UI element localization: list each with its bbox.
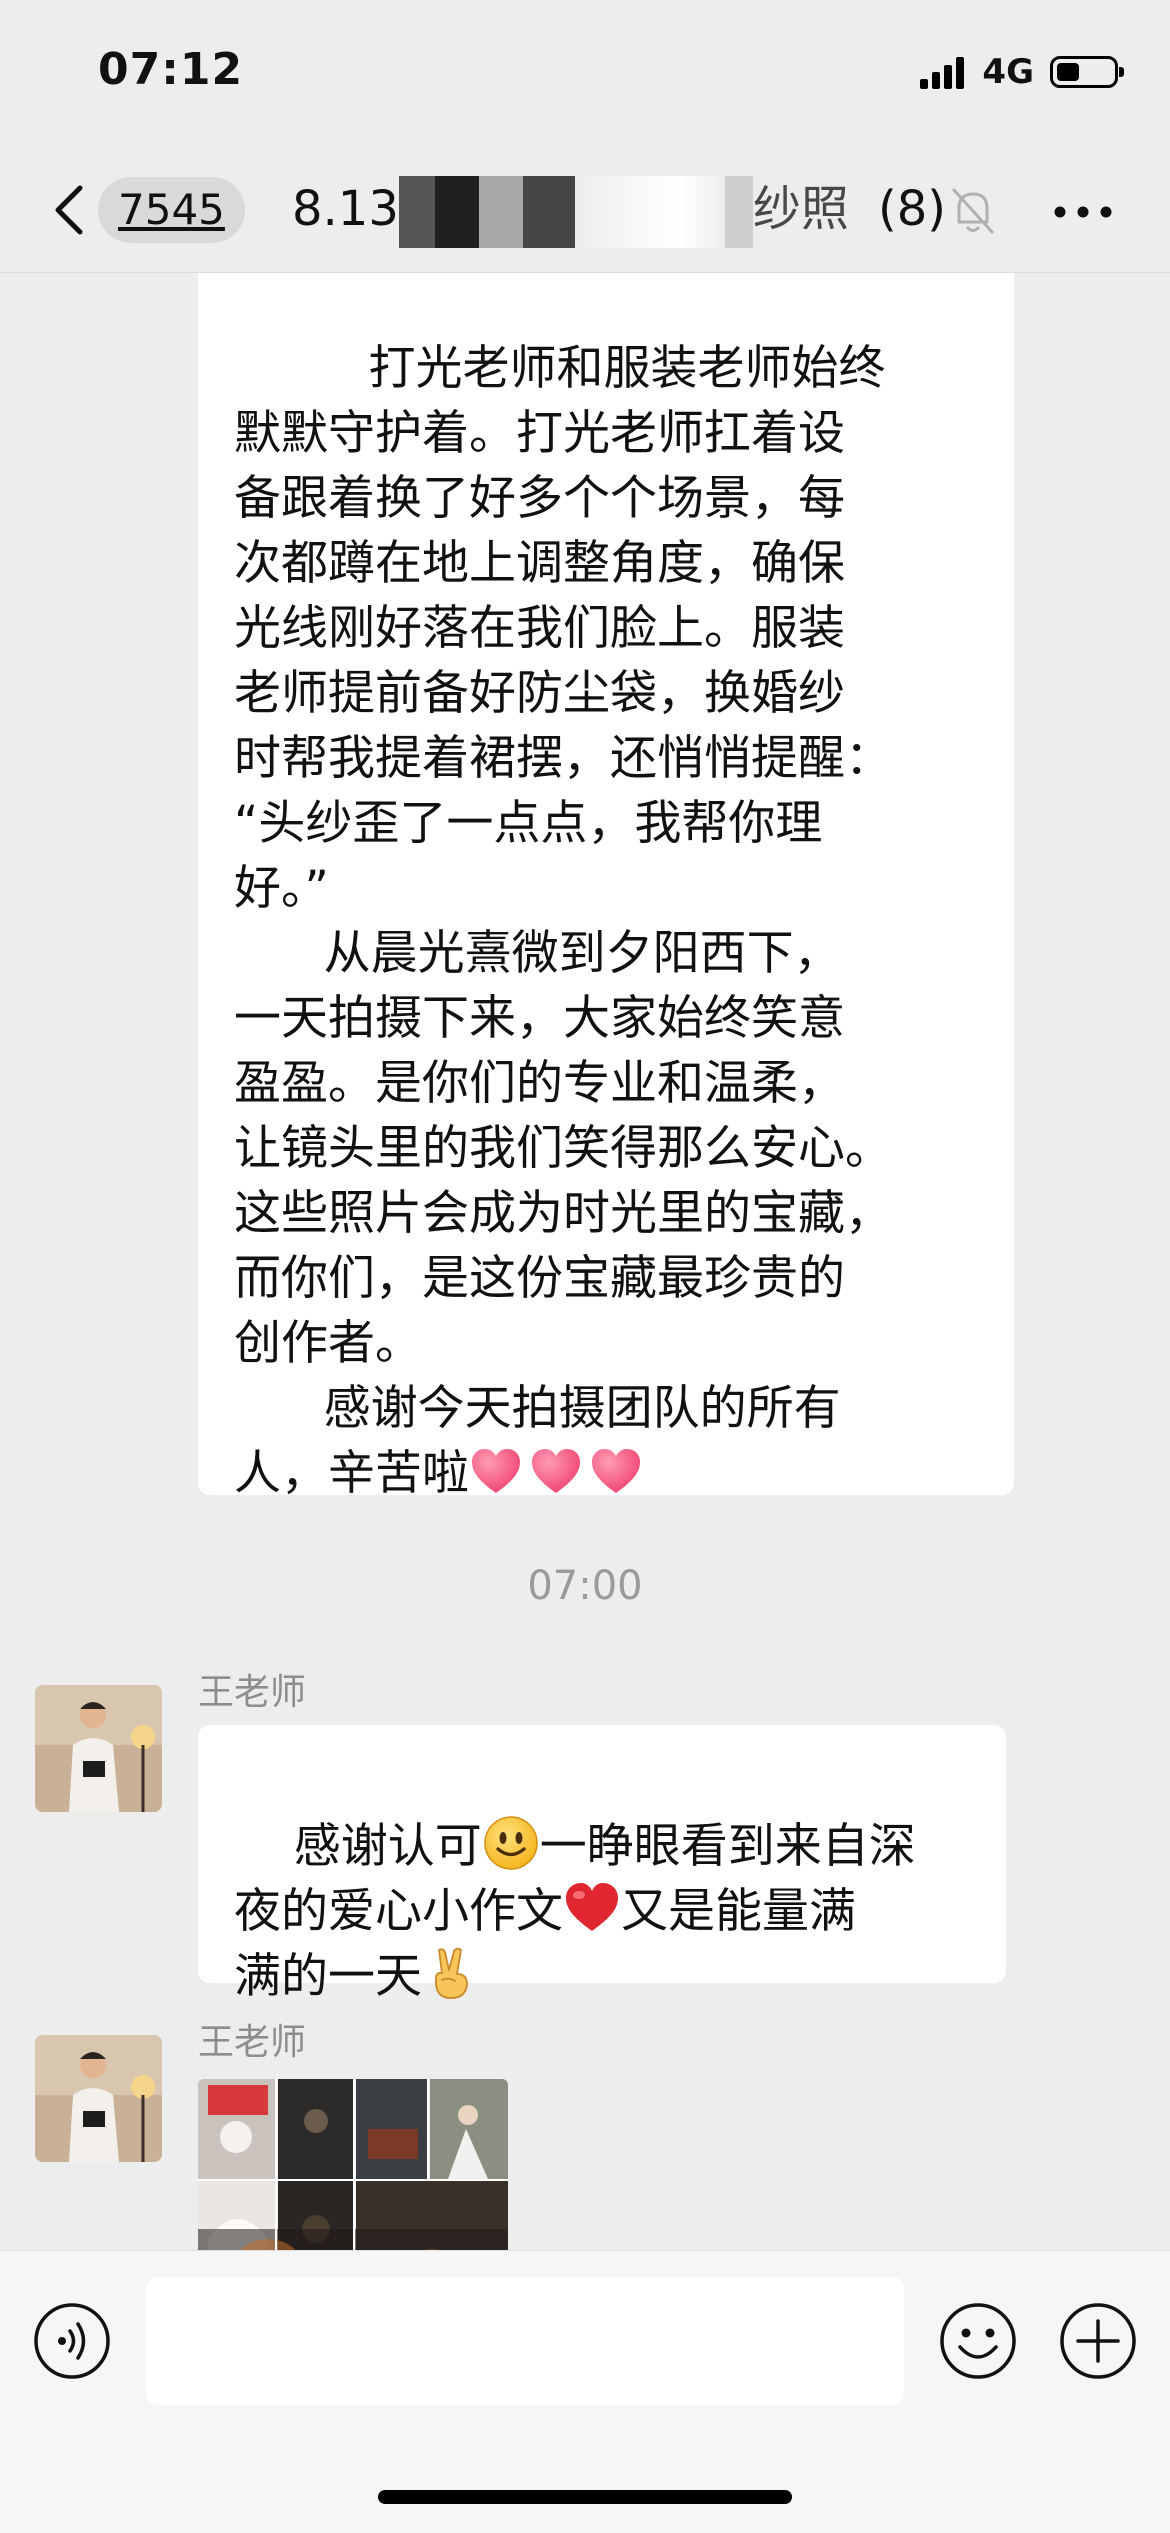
- signal-icon: [920, 55, 968, 89]
- red-heart-emoji: [566, 1883, 618, 1931]
- smiley-emoji: [484, 1816, 538, 1870]
- unread-count-badge[interactable]: 7545: [98, 177, 245, 243]
- chat-title: 8.13 纱照: [292, 176, 849, 248]
- pink-heart-emoji: [532, 1449, 580, 1493]
- photo-grid: [198, 2079, 508, 2250]
- avatar[interactable]: [35, 2035, 162, 2162]
- network-type: 4G: [982, 52, 1034, 92]
- more-icon[interactable]: [1052, 202, 1114, 222]
- emoji-icon[interactable]: [938, 2301, 1018, 2381]
- message-bubble[interactable]: 打光老师和服装老师始终 默默守护着。打光老师扛着设 备跟着换了好多个个场景，每 …: [198, 273, 1014, 1501]
- chat-title-suffix: 纱照: [752, 181, 849, 237]
- avatar-photo: [35, 1685, 162, 1812]
- status-bar: 07:12 4G: [0, 0, 1170, 150]
- pink-heart-emoji: [592, 1449, 640, 1493]
- message-text: 感谢认可: [293, 1819, 482, 1874]
- message-list[interactable]: 打光老师和服装老师始终 默默守护着。打光老师扛着设 备跟着换了好多个个场景，每 …: [0, 273, 1170, 2250]
- message-timestamp: 07:00: [527, 1563, 643, 1609]
- message-text: 打光老师和服装老师始终 默默守护着。打光老师扛着设 备跟着换了好多个个场景，每 …: [234, 341, 892, 1501]
- sender-name: 王老师: [198, 1672, 307, 1713]
- mute-bell-icon: [952, 188, 994, 234]
- message-bubble[interactable]: 感谢认可 一睁眼看到来自深 夜的爱心小作文 又是能量满 满的一天: [198, 1725, 1006, 2004]
- back-icon[interactable]: [50, 180, 90, 240]
- home-indicator[interactable]: [378, 2490, 792, 2504]
- voice-icon[interactable]: [32, 2301, 112, 2381]
- status-indicators: 4G: [920, 52, 1124, 92]
- photo-album-message[interactable]: [198, 2079, 508, 2250]
- pink-heart-emoji: [472, 1449, 520, 1493]
- avatar[interactable]: [35, 1685, 162, 1812]
- redacted-mosaic: [398, 176, 753, 248]
- message-input[interactable]: [146, 2277, 904, 2405]
- plus-icon[interactable]: [1058, 2301, 1138, 2381]
- chat-title-prefix: 8.13: [292, 181, 399, 237]
- member-count: (8): [878, 181, 946, 237]
- chat-header: 7545 8.13 纱照 (8): [0, 150, 1170, 273]
- battery-icon: [1050, 56, 1124, 88]
- avatar-photo: [35, 2035, 162, 2162]
- status-time: 07:12: [98, 44, 244, 95]
- sender-name: 王老师: [198, 2022, 307, 2063]
- victory-hand-emoji: [435, 1947, 468, 1999]
